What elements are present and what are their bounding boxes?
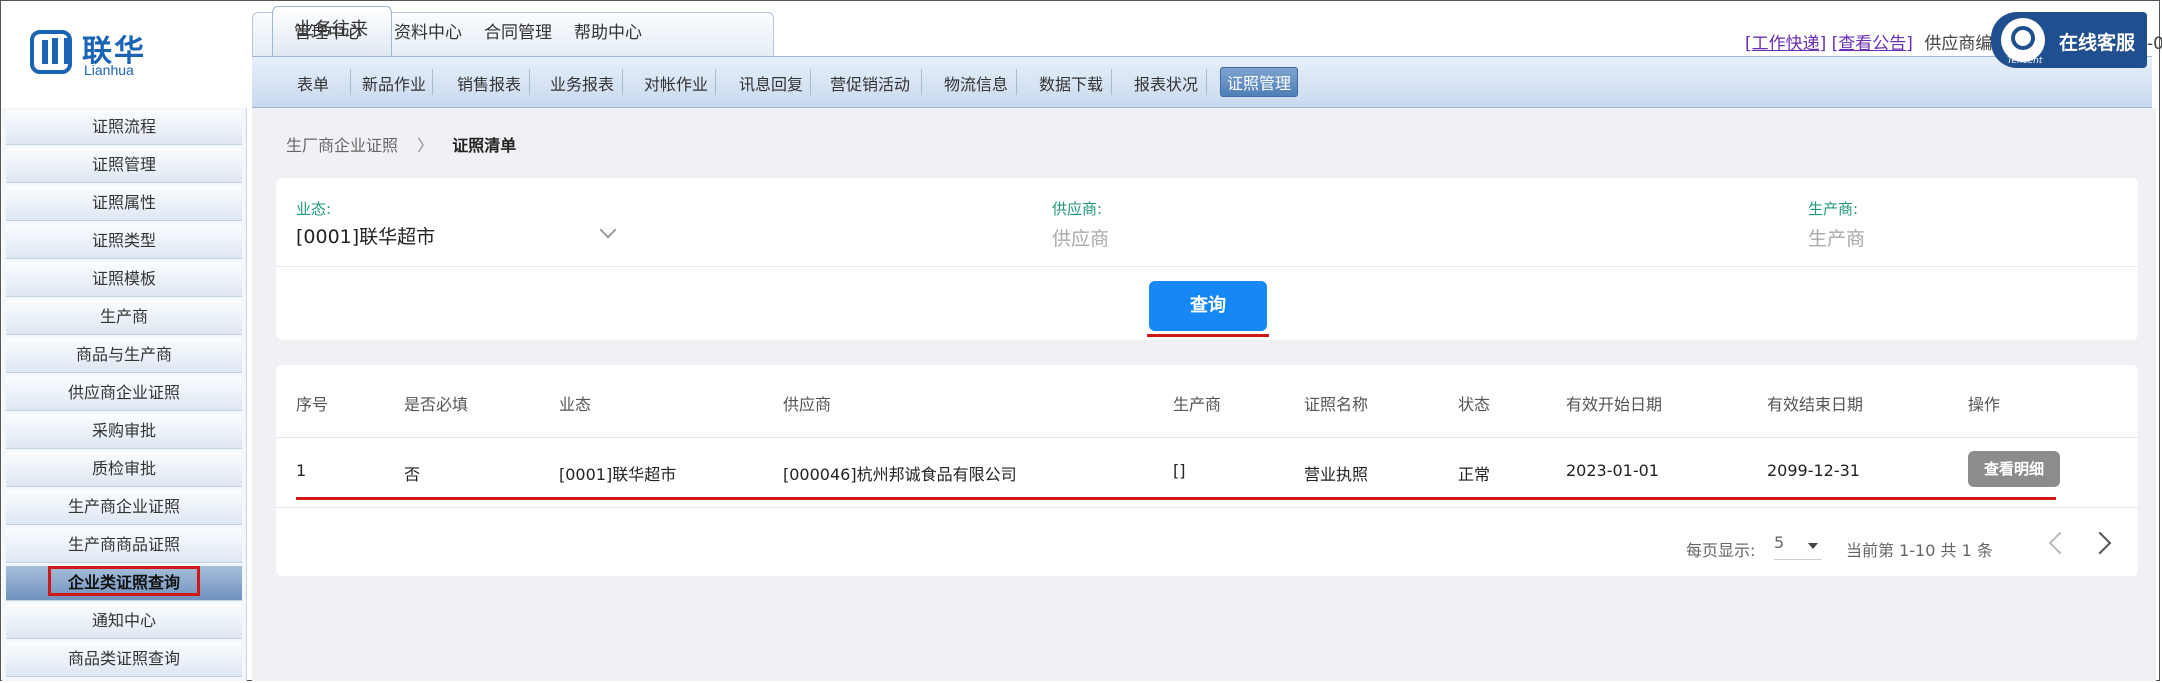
sidebar-item-products-producers[interactable]: 商品与生产商	[6, 338, 242, 373]
sidebar-item-license-types[interactable]: 证照类型	[6, 224, 242, 259]
subnav-promotions[interactable]: 营促销活动	[830, 71, 910, 95]
subnav-message-reply[interactable]: 讯息回复	[739, 71, 803, 95]
sidebar-item-supplier-licenses[interactable]: 供应商企业证照	[6, 376, 242, 411]
sidebar-item-producer-product-licenses[interactable]: 生产商商品证照	[6, 528, 242, 563]
subnav-license-management[interactable]: 证照管理	[1220, 67, 1299, 97]
sub-navigation: 表单 新品作业 销售报表 业务报表 对帐作业 讯息回复 营促销活动 物流信息 数…	[252, 56, 2152, 108]
col-header-required: 是否必填	[404, 395, 469, 414]
red-underline	[1147, 334, 1269, 337]
subnav-business-report[interactable]: 业务报表	[550, 71, 614, 95]
subnav-divider	[715, 69, 716, 95]
sidebar-item-product-license-query[interactable]: 商品类证照查询	[6, 642, 242, 677]
view-notice-link[interactable]: [查看公告]	[1832, 34, 1913, 54]
subnav-reconciliation[interactable]: 对帐作业	[644, 71, 708, 95]
cell-supplier: [000046]杭州邦诚食品有限公司	[783, 465, 1017, 484]
sidebar: 证照流程 证照管理 证照属性 证照类型 证照模板 生产商 商品与生产商 供应商企…	[2, 108, 247, 681]
sidebar-item-producer-licenses[interactable]: 生产商企业证照	[6, 490, 242, 525]
subnav-divider	[921, 69, 922, 95]
col-header-supplier: 供应商	[783, 395, 832, 414]
chevron-down-icon[interactable]	[599, 221, 617, 239]
results-card: 序号 是否必填 业态 供应商 生产商 证照名称 状态 有效开始日期 有效结束日期…	[276, 365, 2138, 576]
breadcrumb: 生厂商企业证照 〉 证照清单	[286, 132, 516, 156]
red-highlight-box	[48, 566, 200, 596]
subnav-divider	[810, 69, 811, 95]
tab-contracts[interactable]: 合同管理	[484, 18, 552, 43]
per-page-value: 5	[1774, 533, 1785, 552]
cell-start-date: 2023-01-01	[1566, 461, 1659, 480]
table-divider	[276, 507, 2138, 508]
cell-license-name: 营业执照	[1304, 465, 1369, 484]
caret-down-icon	[1808, 543, 1818, 549]
pager-summary: 当前第 1-10 共 1 条	[1846, 541, 1993, 560]
logo: 联华 Lianhua	[0, 0, 250, 108]
subnav-sales-report[interactable]: 销售报表	[457, 71, 521, 95]
cell-producer: []	[1173, 461, 1186, 480]
col-header-status: 状态	[1458, 395, 1491, 414]
cell-end-date: 2099-12-31	[1767, 461, 1860, 480]
filter-divider	[276, 266, 2138, 267]
query-button[interactable]: 查询	[1149, 281, 1267, 331]
business-select[interactable]: [0001]联华超市	[296, 222, 435, 249]
per-page-select[interactable]: 5	[1774, 533, 1822, 560]
tab-management[interactable]: 管理中心	[294, 18, 362, 43]
chevron-left-icon[interactable]	[2048, 531, 2072, 555]
sidebar-item-enterprise-license-query[interactable]: 企业类证照查询	[6, 566, 242, 601]
col-header-start-date: 有效开始日期	[1566, 395, 1663, 414]
subnav-divider	[1206, 69, 1207, 95]
cell-index: 1	[296, 461, 307, 480]
subnav-divider	[1016, 69, 1017, 95]
sidebar-item-license-flow[interactable]: 证照流程	[6, 110, 242, 145]
main-content: 生厂商企业证照 〉 证照清单 业态: [0001]联华超市 供应商: 供应商 生…	[252, 108, 2156, 681]
chevron-right-icon: 〉	[417, 136, 434, 155]
view-detail-button[interactable]: 查看明细	[1968, 451, 2060, 487]
subnav-divider	[432, 69, 433, 95]
subnav-new-products[interactable]: 新品作业	[362, 71, 426, 95]
work-express-link[interactable]: [工作快递]	[1745, 34, 1826, 54]
cell-business: [0001]联华超市	[559, 465, 677, 484]
subnav-data-download[interactable]: 数据下载	[1039, 71, 1103, 95]
subnav-report-status[interactable]: 报表状况	[1134, 71, 1198, 95]
breadcrumb-parent[interactable]: 生厂商企业证照	[286, 136, 398, 155]
filter-card: 业态: [0001]联华超市 供应商: 供应商 生产商: 生产商 查询	[276, 178, 2138, 340]
subnav-divider	[622, 69, 623, 95]
cell-required: 否	[404, 465, 421, 484]
sidebar-item-purchase-approval[interactable]: 采购审批	[6, 414, 242, 449]
col-header-license-name: 证照名称	[1304, 395, 1369, 414]
subnav-divider	[350, 69, 351, 95]
tencent-label: Tencent	[2007, 56, 2043, 66]
sidebar-item-license-attributes[interactable]: 证照属性	[6, 186, 242, 221]
producer-label: 生产商:	[1808, 200, 1859, 218]
online-service-label: 在线客服	[2059, 32, 2136, 54]
chevron-right-icon[interactable]	[2088, 531, 2112, 555]
sidebar-item-license-management[interactable]: 证照管理	[6, 148, 242, 183]
tab-resources[interactable]: 资料中心	[394, 18, 462, 43]
subnav-divider	[1111, 69, 1112, 95]
brand-en: Lianhua	[84, 62, 134, 78]
breadcrumb-current: 证照清单	[452, 136, 517, 155]
subnav-form[interactable]: 表单	[297, 71, 329, 95]
subnav-divider	[529, 69, 530, 95]
col-header-action: 操作	[1968, 395, 2001, 414]
lianhua-logo-icon	[30, 30, 72, 74]
supplier-label: 供应商:	[1052, 200, 1103, 218]
supplier-input[interactable]: 供应商	[1052, 224, 1109, 251]
online-service-button[interactable]: 在线客服 Tencent	[1991, 12, 2147, 68]
col-header-business: 业态	[559, 395, 592, 414]
red-underline	[296, 497, 2056, 500]
col-header-producer: 生产商	[1173, 395, 1222, 414]
subnav-logistics[interactable]: 物流信息	[944, 71, 1008, 95]
table-divider	[276, 437, 2138, 438]
sidebar-item-producers[interactable]: 生产商	[6, 300, 242, 335]
col-header-end-date: 有效结束日期	[1767, 395, 1864, 414]
sidebar-item-qc-approval[interactable]: 质检审批	[6, 452, 242, 487]
producer-input[interactable]: 生产商	[1808, 224, 1865, 251]
top-navigation: 业务往来 管理中心 资料中心 合同管理 帮助中心 表单 新品作业 销售报表 业务…	[252, 0, 2162, 108]
sidebar-item-license-templates[interactable]: 证照模板	[6, 262, 242, 297]
per-page-label: 每页显示:	[1686, 541, 1756, 560]
cell-status: 正常	[1458, 465, 1491, 484]
col-header-index: 序号	[296, 395, 329, 414]
sidebar-item-notification-center[interactable]: 通知中心	[6, 604, 242, 639]
tab-help[interactable]: 帮助中心	[574, 18, 642, 43]
business-label: 业态:	[296, 200, 332, 218]
